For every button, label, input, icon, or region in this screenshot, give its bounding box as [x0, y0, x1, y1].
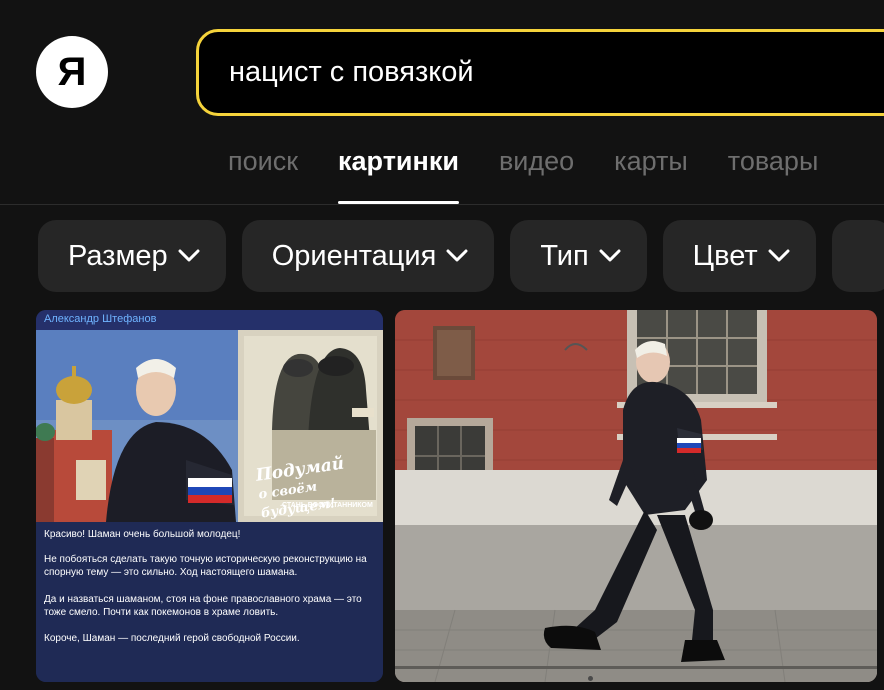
chevron-down-icon [768, 249, 790, 262]
filter-type-label: Тип [540, 239, 589, 272]
filter-size[interactable]: Размер [38, 220, 226, 292]
tabs-divider [0, 204, 884, 205]
result-2-thumbnail [395, 310, 877, 682]
image-result-1[interactable]: Александр Штефанов Подумай о своём будущ… [36, 310, 383, 682]
yandex-images-page: Я поиск картинки видео карты товары Разм… [0, 0, 884, 690]
filter-bar: Размер Ориентация Тип Цвет [38, 220, 884, 292]
chevron-down-icon [446, 249, 468, 262]
filter-type[interactable]: Тип [510, 220, 647, 292]
chevron-down-icon [599, 249, 621, 262]
filter-orientation[interactable]: Ориентация [241, 220, 495, 292]
post-author: Александр Штефанов [44, 313, 157, 325]
post-header: Александр Штефанов [36, 310, 383, 330]
poster-subtext: СТАНЬ ВОСПИТАННИКОМ [282, 502, 373, 509]
carousel-dot [588, 676, 593, 681]
post-text: Красиво! Шаман очень большой молодец! Не… [44, 528, 378, 658]
filter-orientation-label: Ориентация [271, 239, 437, 272]
search-input[interactable] [199, 32, 884, 113]
post-paragraph: Короче, Шаман — последний герой свободно… [44, 633, 300, 645]
tab-maps[interactable]: карты [614, 140, 688, 204]
filter-color[interactable]: Цвет [662, 220, 816, 292]
filter-color-label: Цвет [692, 239, 758, 272]
post-paragraph: Не побояться сделать такую точную истори… [44, 554, 367, 579]
filter-size-label: Размер [68, 239, 168, 272]
chevron-down-icon [178, 249, 200, 262]
post-paragraph: Красиво! Шаман очень большой молодец! [44, 529, 241, 540]
image-result-2[interactable] [395, 310, 877, 682]
filter-more[interactable] [831, 220, 884, 292]
tab-products[interactable]: товары [728, 140, 819, 204]
post-paragraph: Да и назваться шаманом, стоя на фоне пра… [44, 593, 362, 618]
search-box[interactable] [196, 29, 884, 116]
tab-video[interactable]: видео [499, 140, 574, 204]
tab-search[interactable]: поиск [228, 140, 298, 204]
tab-images[interactable]: картинки [338, 140, 459, 204]
search-tabs: поиск картинки видео карты товары [228, 140, 818, 204]
yandex-logo[interactable]: Я [36, 36, 108, 108]
logo-letter: Я [57, 50, 87, 94]
